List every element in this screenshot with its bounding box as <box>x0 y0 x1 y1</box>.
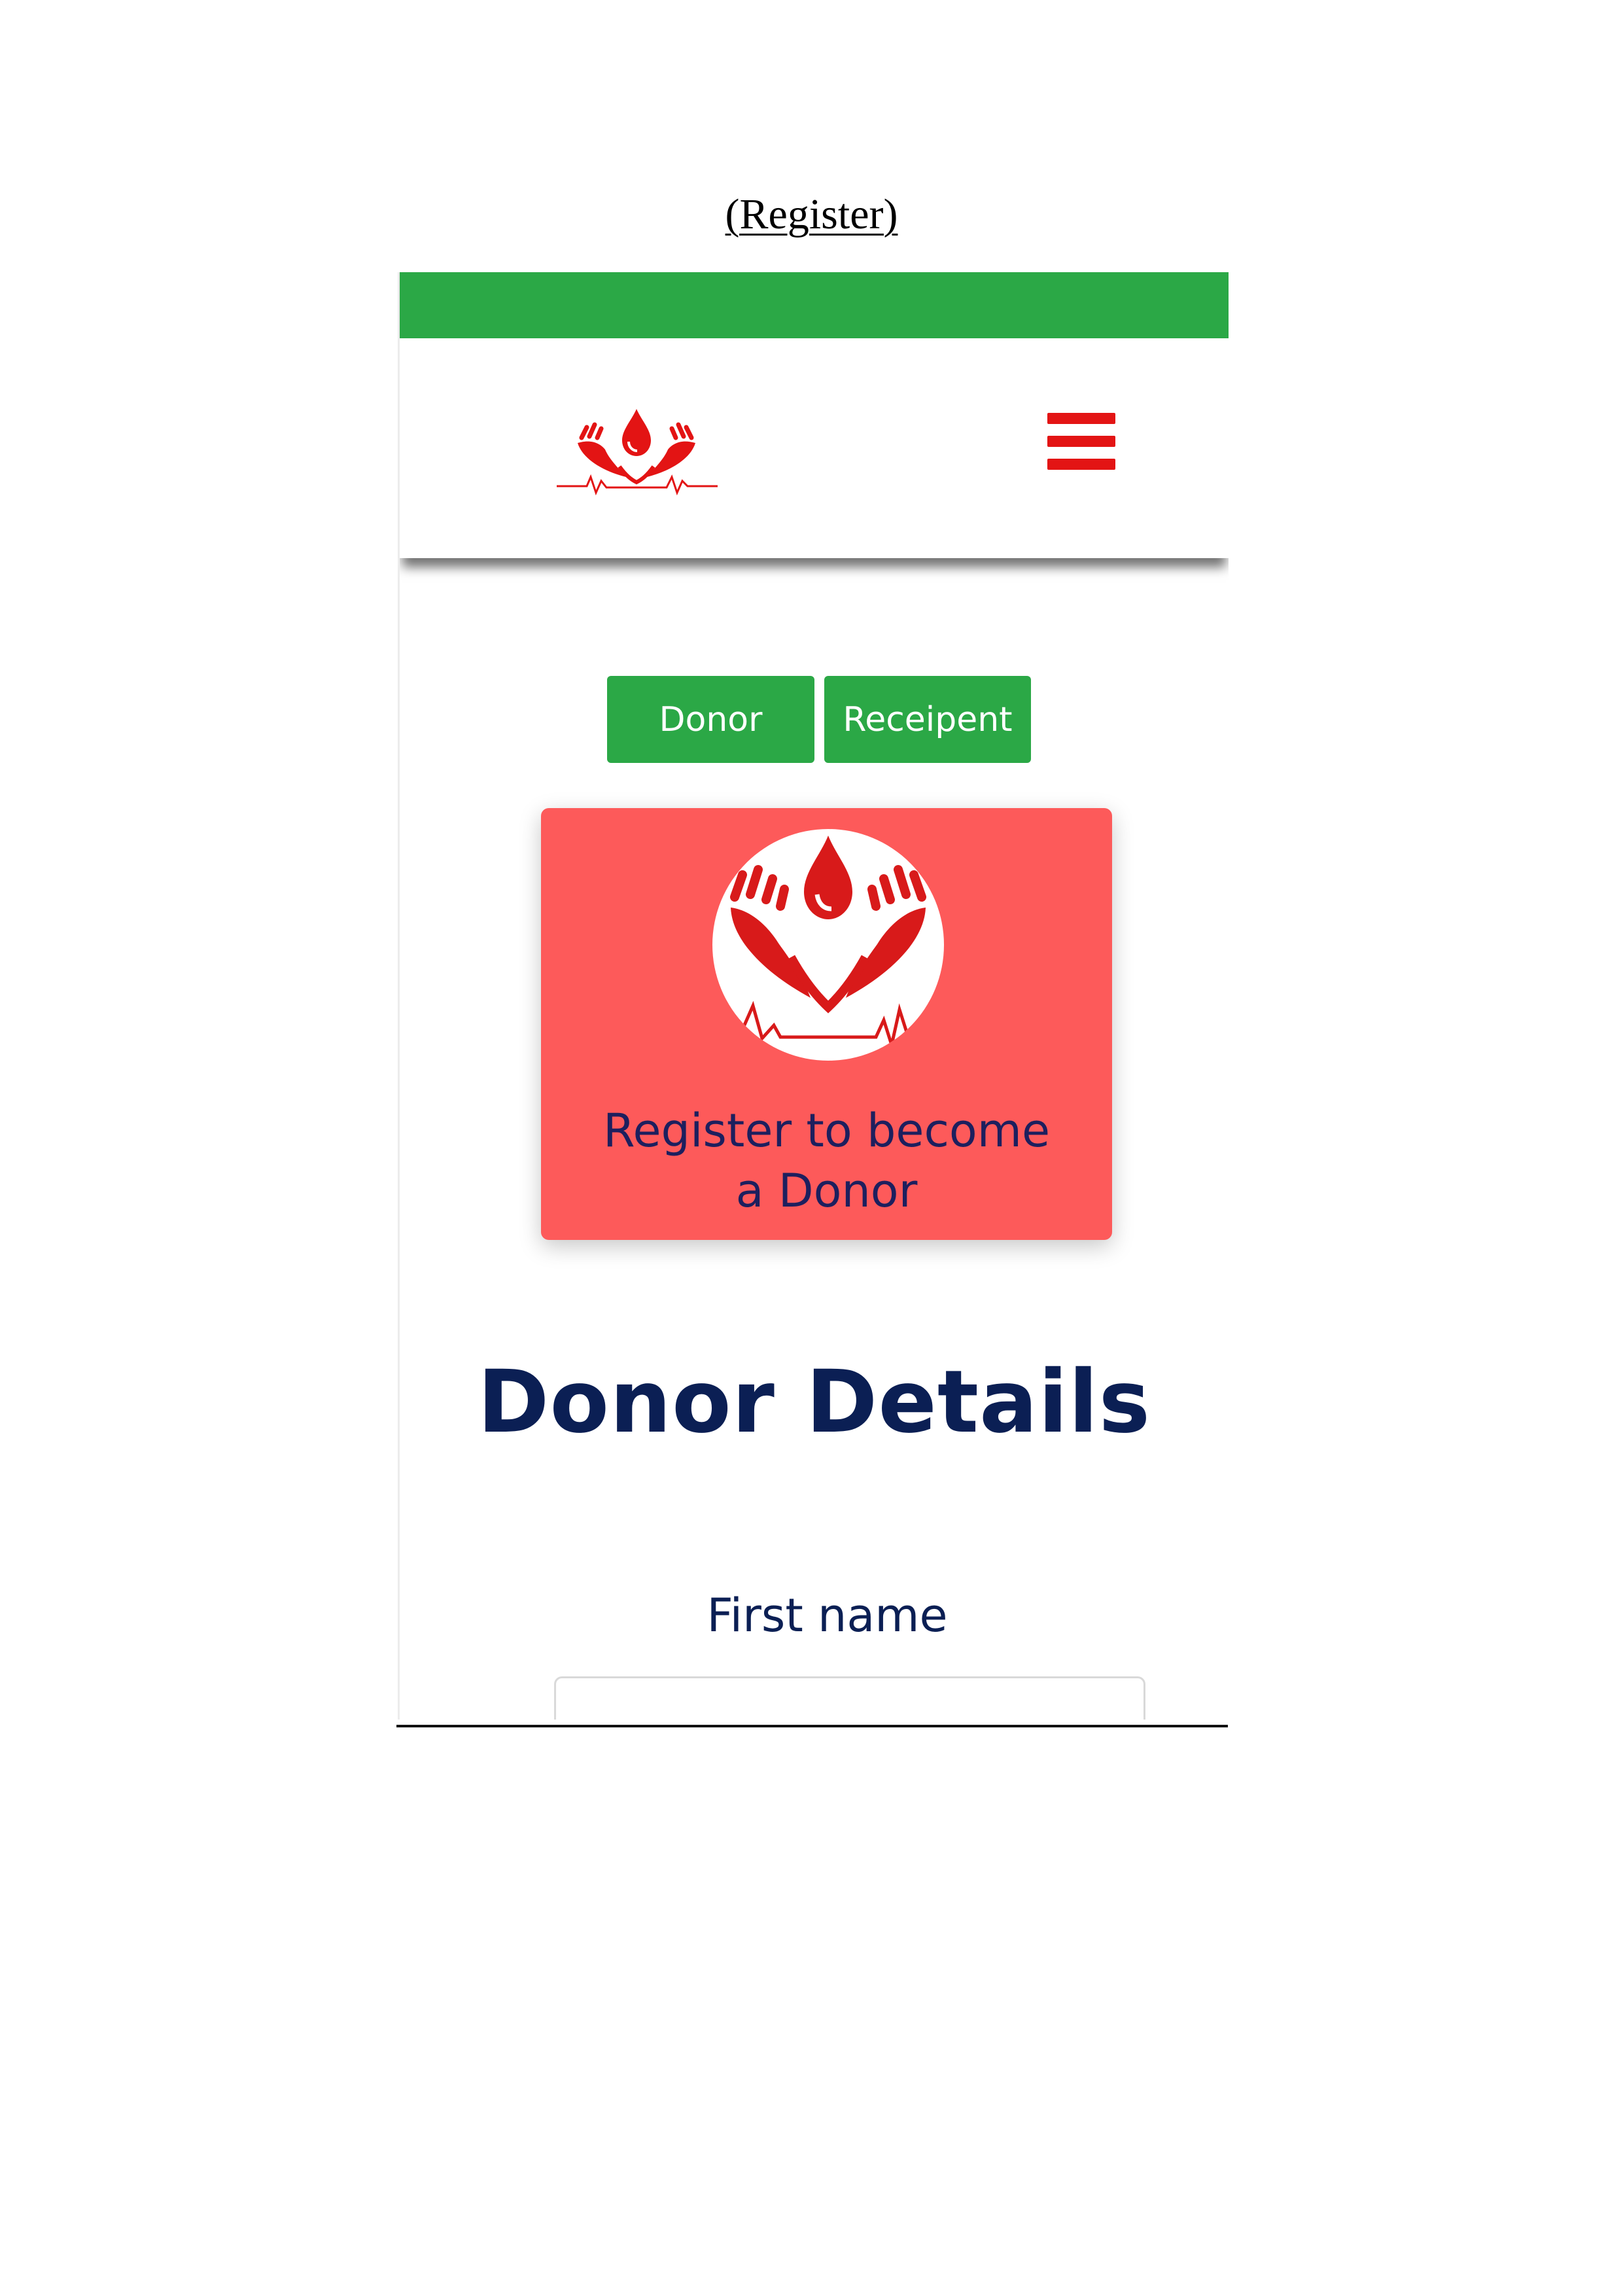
app-header <box>400 338 1229 558</box>
first-name-label: First name <box>707 1589 948 1642</box>
blood-donation-emblem-icon <box>712 829 944 1061</box>
donor-details-heading: Donor Details <box>477 1352 1151 1453</box>
register-card-title-line1: Register to become <box>602 1104 1051 1157</box>
tab-donor[interactable]: Donor <box>607 676 814 763</box>
hamburger-menu-icon[interactable] <box>1047 412 1115 470</box>
register-card-title-line2: a Donor <box>735 1164 918 1218</box>
document-bottom-rule <box>396 1725 1228 1727</box>
app-screenshot: Donor Receipent Register to become a Don… <box>398 272 1229 1720</box>
blood-donation-logo-icon[interactable] <box>551 404 722 502</box>
user-type-toggle: Donor Receipent <box>607 676 1031 763</box>
document-caption: (Register) <box>725 190 898 238</box>
register-card-title: Register to become a Donor <box>541 1101 1112 1221</box>
top-status-bar <box>400 272 1229 338</box>
first-name-input[interactable] <box>554 1676 1145 1720</box>
tab-recipient[interactable]: Receipent <box>824 676 1031 763</box>
register-donor-card[interactable]: Register to become a Donor <box>541 808 1112 1240</box>
